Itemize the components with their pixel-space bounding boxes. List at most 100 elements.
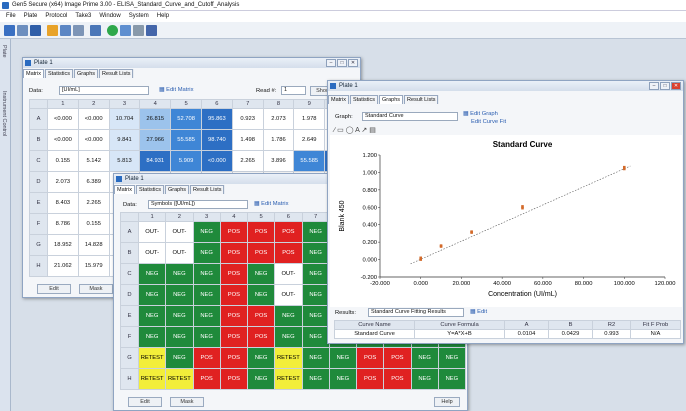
well-cell[interactable]: 5.813 bbox=[108, 150, 141, 172]
column-header[interactable]: Curve Name bbox=[334, 320, 415, 330]
well-cell[interactable]: NEG bbox=[246, 284, 276, 306]
well-cell[interactable]: POS bbox=[192, 368, 221, 390]
column-header[interactable]: 9 bbox=[293, 99, 326, 109]
well-cell[interactable]: <0.000 bbox=[47, 108, 79, 130]
mask-button[interactable]: Mask bbox=[170, 397, 204, 407]
well-cell[interactable]: NEG bbox=[301, 221, 330, 243]
well-cell[interactable]: NEG bbox=[274, 326, 303, 348]
tab-graphs[interactable]: Graphs bbox=[379, 95, 404, 104]
well-cell[interactable]: POS bbox=[355, 347, 385, 369]
well-cell[interactable]: 10.704 bbox=[108, 108, 141, 130]
well-cell[interactable]: RETEST bbox=[137, 368, 167, 390]
column-header[interactable]: 3 bbox=[192, 212, 221, 222]
well-cell[interactable]: NEG bbox=[137, 326, 167, 348]
well-cell[interactable]: <0.000 bbox=[200, 150, 233, 172]
well-cell[interactable]: NEG bbox=[410, 368, 439, 390]
read-plate-icon[interactable] bbox=[107, 25, 118, 36]
well-cell[interactable]: NEG bbox=[328, 368, 358, 390]
well-cell[interactable]: 55.585 bbox=[170, 129, 202, 151]
menu-help[interactable]: Help bbox=[157, 13, 169, 19]
well-cell[interactable]: 2.073 bbox=[47, 171, 79, 193]
row-header[interactable]: B bbox=[120, 242, 139, 264]
tab-matrix[interactable]: Matrix bbox=[328, 95, 349, 104]
well-cell[interactable]: POS bbox=[246, 326, 276, 348]
row-header[interactable]: H bbox=[29, 255, 48, 277]
mask-button[interactable]: Mask bbox=[79, 284, 113, 294]
well-cell[interactable]: 18.952 bbox=[47, 234, 79, 256]
menu-take3[interactable]: Take3 bbox=[75, 13, 91, 19]
well-cell[interactable]: POS bbox=[219, 326, 249, 348]
plate-layout-icon[interactable] bbox=[60, 25, 71, 36]
well-cell[interactable]: 15.979 bbox=[77, 255, 110, 277]
column-header[interactable]: R2 bbox=[592, 320, 631, 330]
preview-icon[interactable] bbox=[120, 25, 131, 36]
well-cell[interactable]: POS bbox=[219, 347, 249, 369]
well-cell[interactable]: POS bbox=[246, 242, 276, 264]
arrow-tool-icon[interactable]: ↗ bbox=[361, 127, 367, 134]
row-header[interactable]: A bbox=[29, 108, 48, 130]
well-cell[interactable]: 2.265 bbox=[231, 150, 264, 172]
maximize-button[interactable]: □ bbox=[337, 59, 347, 67]
tab-statistics[interactable]: Statistics bbox=[349, 95, 378, 104]
tab-graphs[interactable]: Graphs bbox=[74, 69, 99, 78]
well-cell[interactable]: <0.000 bbox=[47, 129, 79, 151]
menu-system[interactable]: System bbox=[129, 13, 149, 19]
well-cell[interactable]: NEG bbox=[246, 347, 276, 369]
well-cell[interactable]: POS bbox=[219, 368, 249, 390]
well-cell[interactable]: <0.000 bbox=[77, 108, 110, 130]
well-cell[interactable]: POS bbox=[274, 221, 303, 243]
tab-result-lists[interactable]: Result Lists bbox=[99, 69, 134, 78]
column-header[interactable]: A bbox=[504, 320, 549, 330]
well-cell[interactable]: 55.585 bbox=[293, 150, 326, 172]
well-cell[interactable]: 1.978 bbox=[293, 108, 326, 130]
tab-result-lists[interactable]: Result Lists bbox=[404, 95, 439, 104]
well-cell[interactable]: OUT- bbox=[137, 221, 167, 243]
well-cell[interactable]: NEG bbox=[246, 368, 276, 390]
well-cell[interactable]: POS bbox=[219, 263, 249, 285]
well-cell[interactable]: POS bbox=[219, 305, 249, 327]
well-cell[interactable]: NEG bbox=[165, 263, 194, 285]
well-cell[interactable]: 21.062 bbox=[47, 255, 79, 277]
well-cell[interactable]: OUT- bbox=[165, 221, 194, 243]
graph-select[interactable]: Standard Curve bbox=[362, 112, 458, 121]
well-cell[interactable]: NEG bbox=[192, 326, 221, 348]
well-cell[interactable]: NEG bbox=[301, 368, 330, 390]
column-header[interactable]: 5 bbox=[170, 99, 202, 109]
well-cell[interactable]: NEG bbox=[192, 305, 221, 327]
menu-window[interactable]: Window bbox=[99, 13, 120, 19]
save-icon[interactable] bbox=[30, 25, 41, 36]
well-cell[interactable]: POS bbox=[219, 221, 249, 243]
menu-plate[interactable]: Plate bbox=[24, 13, 38, 19]
well-cell[interactable]: NEG bbox=[328, 347, 358, 369]
side-tab-plate[interactable]: Plate bbox=[1, 45, 7, 58]
well-cell[interactable]: POS bbox=[383, 368, 412, 390]
well-cell[interactable]: 5.909 bbox=[170, 150, 202, 172]
well-cell[interactable]: NEG bbox=[165, 284, 194, 306]
well-cell[interactable]: NEG bbox=[301, 242, 330, 264]
help-button[interactable]: Help bbox=[434, 397, 460, 407]
well-cell[interactable]: NEG bbox=[301, 347, 330, 369]
edit-graph-link[interactable]: ▦ Edit Graph bbox=[463, 111, 498, 117]
edit-matrix-link[interactable]: ▦ Edit Matrix bbox=[159, 87, 193, 93]
column-header[interactable]: 4 bbox=[139, 99, 172, 109]
column-header[interactable]: 1 bbox=[137, 212, 167, 222]
edit-matrix-link[interactable]: ▦ Edit Matrix bbox=[254, 201, 288, 207]
well-cell[interactable]: 52.708 bbox=[170, 108, 202, 130]
well-cell[interactable]: NEG bbox=[192, 284, 221, 306]
row-header[interactable]: G bbox=[120, 347, 139, 369]
column-header[interactable]: 4 bbox=[219, 212, 249, 222]
column-header[interactable]: 7 bbox=[301, 212, 330, 222]
column-header[interactable]: B bbox=[548, 320, 593, 330]
row-header[interactable]: E bbox=[120, 305, 139, 327]
well-cell[interactable]: POS bbox=[192, 347, 221, 369]
new-icon[interactable] bbox=[4, 25, 15, 36]
rect-tool-icon[interactable]: ▭ bbox=[337, 127, 344, 134]
well-cell[interactable]: NEG bbox=[301, 305, 330, 327]
well-cell[interactable]: NEG bbox=[192, 263, 221, 285]
close-button[interactable]: ✕ bbox=[671, 82, 681, 90]
column-header[interactable]: 2 bbox=[77, 99, 110, 109]
column-header[interactable]: 1 bbox=[47, 99, 79, 109]
row-header[interactable]: F bbox=[120, 326, 139, 348]
well-cell[interactable]: 5.142 bbox=[77, 150, 110, 172]
well-cell[interactable]: RETEST bbox=[165, 368, 194, 390]
